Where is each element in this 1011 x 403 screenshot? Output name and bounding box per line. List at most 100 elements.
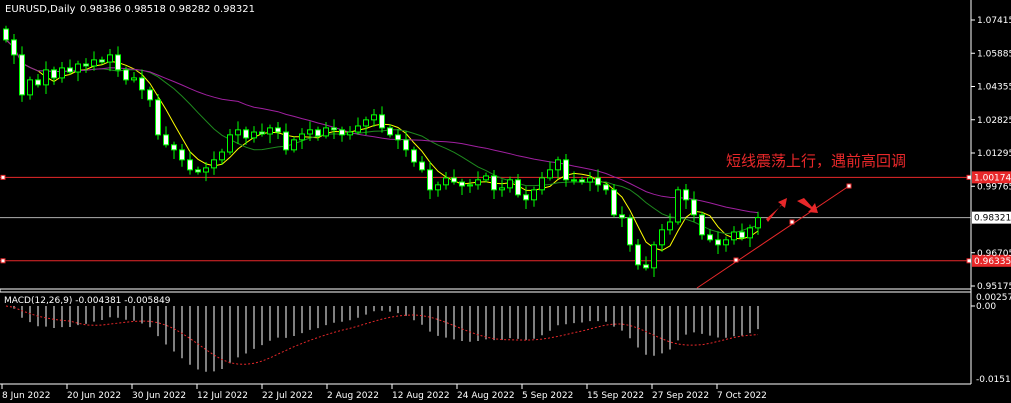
candle-body: [339, 129, 345, 136]
candle: [171, 141, 177, 159]
candle-body: [235, 129, 241, 136]
candle-body: [395, 134, 401, 141]
candle-body: [435, 184, 441, 191]
candle: [115, 46, 121, 77]
candle-body: [371, 114, 377, 121]
candle-body: [611, 189, 617, 216]
candle-body: [35, 79, 41, 86]
annotation-text[interactable]: 短线震荡上行，遇前高回调: [726, 152, 906, 170]
candle: [371, 108, 377, 127]
x-tick-label: 12 Aug 2022: [392, 391, 450, 401]
candle: [499, 179, 505, 197]
pane-separator: [0, 288, 972, 293]
trendline: [696, 185, 850, 289]
candle: [731, 226, 737, 245]
candle-body: [683, 189, 689, 201]
candle: [331, 119, 337, 139]
candle-body: [715, 239, 721, 246]
candle: [531, 186, 537, 207]
macd-signal-line: [5, 305, 759, 365]
candle-body: [635, 244, 641, 266]
candle: [699, 211, 705, 240]
candle: [651, 241, 657, 277]
candle-body: [507, 179, 513, 189]
candle: [483, 172, 489, 183]
candle-body: [419, 161, 425, 171]
candle-body: [83, 63, 89, 67]
x-tick-label: 24 Aug 2022: [457, 391, 515, 401]
candle: [643, 256, 649, 271]
x-tick-label: 8 Jun 2022: [2, 391, 50, 401]
candle: [227, 128, 233, 155]
candle: [411, 146, 417, 167]
candle: [163, 126, 169, 148]
candle-body: [275, 127, 281, 133]
candle-body: [555, 159, 561, 171]
candle-body: [43, 69, 49, 86]
candle-body: [739, 231, 745, 239]
candle-body: [211, 159, 217, 169]
candle-body: [563, 159, 569, 181]
candle-body: [747, 227, 753, 239]
price-chart[interactable]: 1.001740.963350.98321 1.074151.058851.04…: [0, 0, 1011, 403]
candle: [35, 74, 41, 88]
ohlc-readout: 0.98386 0.98518 0.98282 0.98321: [80, 4, 255, 15]
candle-body: [731, 231, 737, 241]
candle-body: [307, 129, 313, 135]
candle: [195, 166, 201, 175]
candle: [707, 228, 713, 243]
candle-body: [107, 54, 113, 63]
candle: [659, 223, 665, 252]
x-tick-label: 20 Jun 2022: [67, 391, 121, 401]
candle: [275, 122, 281, 139]
candle-body: [643, 264, 649, 269]
candle-body: [243, 129, 249, 139]
y-tick-label: 1.02825: [977, 116, 1011, 126]
y-tick-label: 0.96705: [977, 249, 1011, 259]
candle: [235, 121, 241, 144]
candle: [123, 66, 129, 85]
candle-body: [651, 244, 657, 269]
candle: [635, 238, 641, 270]
candle-body: [147, 89, 153, 101]
candle: [507, 176, 513, 193]
candle-body: [187, 159, 193, 171]
candle-body: [259, 131, 265, 135]
candle: [251, 126, 257, 143]
candle-body: [427, 169, 433, 191]
x-tick-label: 15 Sep 2022: [587, 391, 644, 401]
candle-body: [283, 131, 289, 151]
candle: [619, 206, 625, 227]
candle-body: [179, 149, 185, 161]
candle-body: [347, 131, 353, 136]
candle: [739, 223, 745, 241]
candle: [51, 66, 57, 85]
candle: [99, 56, 105, 65]
candle: [67, 59, 73, 75]
candle: [627, 214, 633, 252]
x-tick-label: 7 Oct 2022: [717, 391, 767, 401]
candle: [283, 123, 289, 155]
candle: [355, 117, 361, 135]
candle-body: [315, 129, 321, 137]
candle-body: [331, 127, 337, 131]
candle-body: [531, 189, 537, 201]
candle-body: [299, 133, 305, 141]
y-tick-label: 1.05885: [977, 49, 1011, 59]
trendline-handle: [789, 219, 795, 225]
candle: [91, 51, 97, 71]
arrow-up-right-icon: [766, 198, 787, 222]
candle-body: [691, 199, 697, 216]
candle: [475, 171, 481, 190]
candle: [315, 126, 321, 141]
candle-body: [139, 77, 145, 91]
candle: [299, 128, 305, 149]
candle: [595, 169, 601, 192]
candle-body: [11, 39, 17, 56]
candle-body: [475, 179, 481, 186]
candle-body: [411, 149, 417, 163]
candle-body: [59, 67, 65, 79]
candle-body: [51, 69, 57, 79]
trendline-handle: [733, 257, 739, 263]
candle-body: [403, 139, 409, 151]
